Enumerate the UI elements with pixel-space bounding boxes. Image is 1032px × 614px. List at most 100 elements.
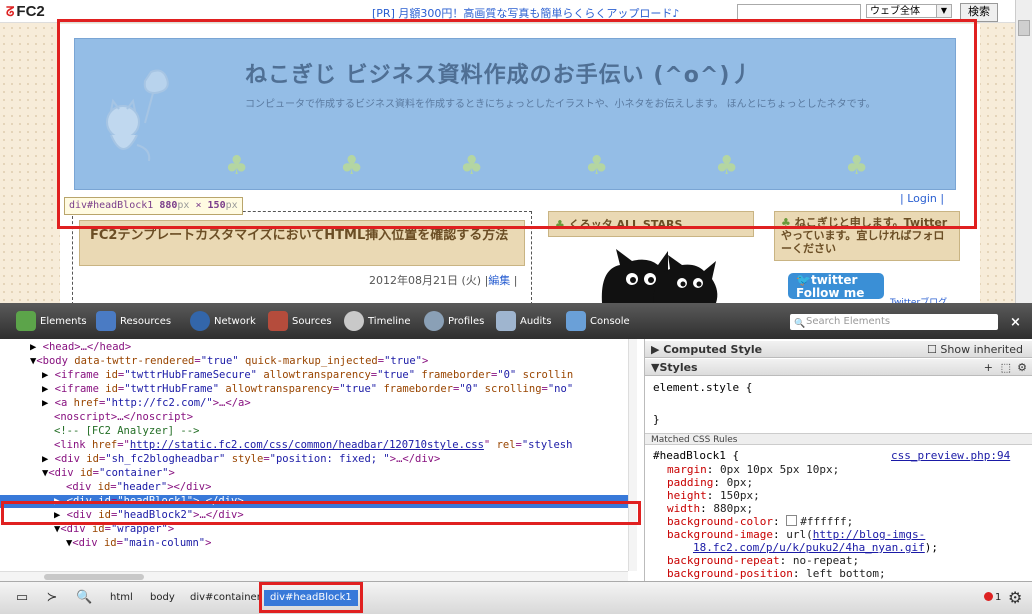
rule-source-link[interactable]: css_preview.php:94 <box>891 449 1010 462</box>
login-link[interactable]: | Login | <box>900 192 944 205</box>
search-input[interactable] <box>737 4 861 20</box>
dom-node[interactable]: <noscript>…</noscript> <box>0 411 193 424</box>
dom-attr-name: frameborder <box>383 383 453 395</box>
dom-attr-value: "no" <box>547 383 574 395</box>
gear-icon[interactable]: ⚙ <box>1017 359 1027 376</box>
css-property-continuation[interactable]: 18.fc2.com/p/u/k/puku2/4ha_nyan.gif); <box>693 541 938 554</box>
dom-attr-value: "twttrHubFrame" <box>124 383 220 395</box>
css-property[interactable]: background-repeat: no-repeat; <box>667 554 859 567</box>
css-property[interactable]: padding: 0px; <box>667 476 753 489</box>
dom-node[interactable]: ▼<div id="wrapper"> <box>0 523 174 536</box>
search-placeholder: Search Elements <box>806 316 891 327</box>
dom-vertical-scrollbar[interactable] <box>628 339 637 571</box>
dom-tag: >…</a> <box>212 397 251 409</box>
dom-attr-value: "headBlock1" <box>117 495 194 507</box>
element-style-rule[interactable]: element.style { <box>653 381 752 394</box>
page-scrollbar-thumb[interactable] <box>1018 20 1030 36</box>
dom-node[interactable]: ▶ <div id="sh_fc2blogheadbar" style="pos… <box>0 453 440 466</box>
tab-elements[interactable]: Elements <box>16 303 87 339</box>
css-property[interactable]: background-image: url(http://blog-imgs- <box>667 528 925 541</box>
dom-attr-value: "true" <box>377 369 416 381</box>
timeline-icon <box>344 311 364 331</box>
tab-audits[interactable]: Audits <box>496 303 551 339</box>
dom-node[interactable]: <div id="header"></div> <box>0 481 211 494</box>
dom-node[interactable]: ▶ <iframe id="twttrHubFrameSecure" allow… <box>0 369 573 382</box>
tab-label: Audits <box>520 315 552 327</box>
post-title-bar: FC2テンプレートカスタマイズにおいてHTML挿入位置を確認する方法 <box>79 220 525 266</box>
console-drawer-icon[interactable]: ≻ <box>44 590 60 606</box>
dom-node[interactable]: <link href="http://static.fc2.com/css/co… <box>0 439 572 452</box>
dom-node[interactable]: ▼<body data-twttr-rendered="true" quick-… <box>0 355 428 368</box>
dom-attr-link[interactable]: http://static.fc2.com/css/common/headbar… <box>130 439 484 451</box>
add-rule-icon[interactable]: + <box>984 359 993 376</box>
matched-css-rules-header: Matched CSS Rules <box>645 433 1032 445</box>
tab-resources[interactable]: Resources <box>96 303 171 339</box>
dom-tag: > <box>167 523 175 535</box>
css-property[interactable]: background-color: #ffffff; <box>667 515 853 528</box>
profiles-icon <box>424 311 444 331</box>
tab-console[interactable]: Console <box>566 303 630 339</box>
post-title[interactable]: FC2テンプレートカスタマイズにおいてHTML挿入位置を確認する方法 <box>90 227 510 244</box>
close-icon[interactable]: × <box>1010 315 1021 330</box>
fc2-logo[interactable]: ᘔ FC2 <box>6 3 45 20</box>
twitter-blog-link[interactable]: Twitterブログ <box>890 295 947 303</box>
dom-node[interactable]: <!-- [FC2 Analyzer] --> <box>0 425 199 438</box>
tab-profiles[interactable]: Profiles <box>424 303 484 339</box>
show-inherited-checkbox[interactable]: ☐ Show inherited <box>927 341 1023 358</box>
dom-node[interactable]: ▼<div id="container"> <box>0 467 175 480</box>
css-url-link[interactable]: http://blog-imgs- <box>813 528 926 541</box>
tooltip-selector: div#headBlock1 <box>69 200 154 211</box>
tab-timeline[interactable]: Timeline <box>344 303 411 339</box>
element-state-icon[interactable]: ⬚ <box>1001 359 1011 376</box>
pr-link[interactable]: [PR] 月額300円！高画質な写真も簡単らくらくアップロード♪ <box>372 5 679 21</box>
breadcrumb-headblock1[interactable]: div#headBlock1 <box>264 590 358 606</box>
fc2-logo-text: FC2 <box>16 3 45 20</box>
dom-node[interactable]: ▶ <iframe id="twttrHubFrame" allowtransp… <box>0 383 573 396</box>
dom-attr-value: "main-column" <box>122 537 206 549</box>
tooltip-unit: px <box>177 200 190 211</box>
dom-node[interactable]: ▶ <head>…</head> <box>0 341 131 354</box>
css-url-link[interactable]: 18.fc2.com/p/u/k/puku2/4ha_nyan.gif <box>693 541 925 554</box>
error-count-value: 1 <box>995 592 1002 603</box>
tab-network[interactable]: Network <box>190 303 256 339</box>
css-property[interactable]: height: 150px; <box>667 489 760 502</box>
dom-node[interactable]: ▶ <a href="http://fc2.com/">…</a> <box>0 397 251 410</box>
dom-attr-name: href <box>73 397 99 409</box>
search-elements-input[interactable]: 🔍 Search Elements <box>790 314 998 330</box>
dom-attr-name: id <box>97 481 111 493</box>
rule-selector[interactable]: #headBlock1 { <box>653 449 739 462</box>
settings-gear-icon[interactable]: ⚙ <box>1008 588 1022 607</box>
search-button[interactable]: 検索 <box>960 3 998 22</box>
error-count[interactable]: 1 <box>984 592 1001 603</box>
twitter-follow-button[interactable]: 🐦twitter Follow me <box>788 273 884 300</box>
page-scrollbar[interactable] <box>1015 0 1032 303</box>
styles-sidebar: ▶ Computed Style ☐ Show inherited ▼Style… <box>644 339 1032 589</box>
css-property[interactable]: width: 880px; <box>667 502 753 515</box>
dom-tag: <div <box>48 467 74 479</box>
tab-sources[interactable]: Sources <box>268 303 332 339</box>
tooltip-times: × <box>195 200 202 211</box>
breadcrumb-html[interactable]: html <box>104 590 139 606</box>
dock-icon[interactable]: ▭ <box>14 590 30 606</box>
styles-header[interactable]: ▼Styles + ⬚ ⚙ <box>645 359 1032 376</box>
dom-tag: <body <box>36 355 68 367</box>
dom-tag: <div <box>54 453 80 465</box>
fc2-logo-icon: ᘔ <box>6 4 15 19</box>
post-edit-link[interactable]: 編集 <box>488 274 510 287</box>
elements-icon <box>16 311 36 331</box>
dom-node-selected[interactable]: ▶ <div id="headBlock1">…</div> <box>0 495 636 508</box>
dom-node[interactable]: ▶ <div id="headBlock2">…</div> <box>0 509 244 522</box>
breadcrumb-container[interactable]: div#container <box>184 590 267 606</box>
css-property[interactable]: background-position: left bottom; <box>667 567 886 580</box>
search-scope-select[interactable]: ウェブ全体 ▼ <box>866 4 952 18</box>
css-property-value: url( <box>786 528 813 541</box>
dom-tree[interactable]: ▶ <head>…</head> ▼<body data-twttr-rende… <box>0 339 636 589</box>
blog-title[interactable]: ねこぎじ ビジネス資料作成のお手伝い (^o^)丿 <box>245 57 753 89</box>
breadcrumb-body[interactable]: body <box>144 590 181 606</box>
inspect-search-icon[interactable]: 🔍 <box>76 590 92 606</box>
dom-node[interactable]: ▼<div id="main-column"> <box>0 537 211 550</box>
color-swatch[interactable] <box>786 515 798 526</box>
computed-style-header[interactable]: ▶ Computed Style ☐ Show inherited <box>645 341 1032 358</box>
css-property[interactable]: margin: 0px 10px 5px 10px; <box>667 463 839 476</box>
dom-hscroll-thumb[interactable] <box>44 574 144 580</box>
